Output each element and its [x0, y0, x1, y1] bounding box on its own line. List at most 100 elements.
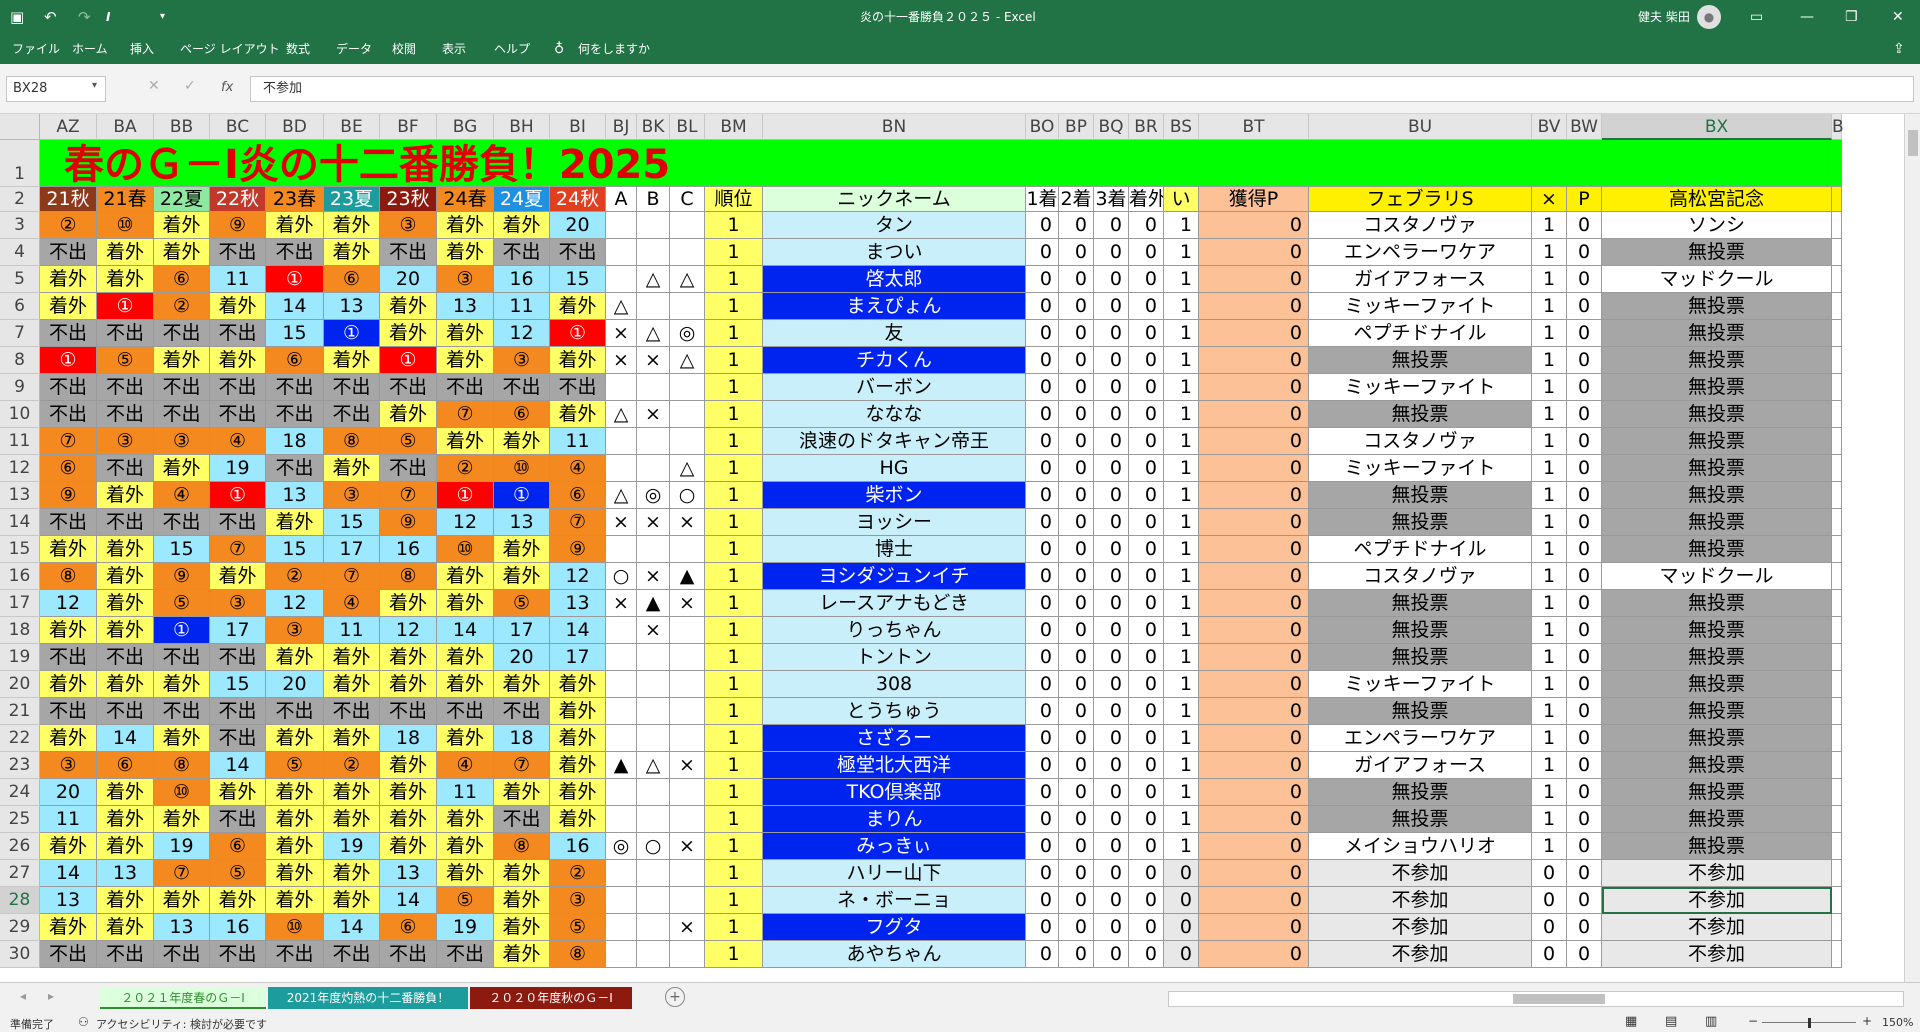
- data-cell[interactable]: 着外: [494, 428, 550, 455]
- data-cell[interactable]: [670, 698, 705, 725]
- data-cell[interactable]: 不出: [97, 941, 154, 968]
- data-cell[interactable]: 0: [1199, 779, 1309, 806]
- data-cell[interactable]: ②: [266, 563, 324, 590]
- data-cell[interactable]: 1: [1532, 293, 1567, 320]
- enter-icon[interactable]: ✓: [184, 78, 196, 94]
- data-cell[interactable]: 着外: [494, 860, 550, 887]
- data-cell[interactable]: 1: [705, 590, 763, 617]
- data-cell[interactable]: [670, 644, 705, 671]
- data-cell[interactable]: 不出: [154, 698, 210, 725]
- data-cell[interactable]: 0: [1129, 374, 1164, 401]
- data-cell[interactable]: 不出: [40, 941, 97, 968]
- data-cell[interactable]: [637, 698, 670, 725]
- data-cell[interactable]: 0: [1129, 860, 1164, 887]
- data-cell[interactable]: ⑤: [380, 428, 437, 455]
- data-cell[interactable]: △: [606, 401, 637, 428]
- data-cell[interactable]: 0: [1059, 833, 1094, 860]
- data-cell[interactable]: まつい: [763, 239, 1026, 266]
- data-cell[interactable]: 308: [763, 671, 1026, 698]
- data-cell[interactable]: 1: [1164, 347, 1199, 374]
- data-cell[interactable]: 不出: [494, 374, 550, 401]
- name-box[interactable]: BX28: [6, 76, 106, 102]
- data-cell[interactable]: ×: [637, 509, 670, 536]
- data-cell[interactable]: 0: [1567, 698, 1602, 725]
- data-cell[interactable]: 13: [494, 509, 550, 536]
- data-cell[interactable]: [606, 941, 637, 968]
- data-cell[interactable]: 1: [705, 509, 763, 536]
- header-cell[interactable]: ニックネーム: [763, 187, 1026, 212]
- data-cell[interactable]: 不出: [437, 941, 494, 968]
- data-cell[interactable]: 着外: [494, 779, 550, 806]
- data-cell[interactable]: ペプチドナイル: [1309, 320, 1532, 347]
- data-cell[interactable]: 0: [1567, 833, 1602, 860]
- data-cell[interactable]: 無投票: [1602, 536, 1832, 563]
- data-cell[interactable]: 不参加: [1602, 887, 1832, 914]
- data-cell[interactable]: 無投票: [1602, 779, 1832, 806]
- data-cell[interactable]: 0: [1026, 617, 1059, 644]
- data-cell[interactable]: ③: [494, 347, 550, 374]
- data-cell[interactable]: 0: [1026, 644, 1059, 671]
- column-header[interactable]: BB: [154, 114, 210, 140]
- data-cell[interactable]: 着外: [494, 887, 550, 914]
- data-cell[interactable]: ④: [437, 752, 494, 779]
- data-cell[interactable]: 0: [1567, 239, 1602, 266]
- data-cell[interactable]: ⑦: [380, 482, 437, 509]
- data-cell[interactable]: 着外: [380, 590, 437, 617]
- data-cell[interactable]: 0: [1129, 941, 1164, 968]
- data-cell[interactable]: 不出: [210, 509, 266, 536]
- data-cell[interactable]: 0: [1059, 374, 1094, 401]
- data-cell[interactable]: ガイアフォース: [1309, 752, 1532, 779]
- data-cell[interactable]: [606, 536, 637, 563]
- data-cell[interactable]: ⑨: [154, 563, 210, 590]
- data-cell[interactable]: 0: [1094, 941, 1129, 968]
- column-header[interactable]: BQ: [1094, 114, 1129, 140]
- data-cell[interactable]: 不出: [380, 374, 437, 401]
- data-cell[interactable]: 着外: [380, 671, 437, 698]
- row-header[interactable]: 29: [0, 914, 40, 941]
- data-cell[interactable]: 0: [1059, 860, 1094, 887]
- data-cell[interactable]: 0: [1059, 671, 1094, 698]
- row-edge[interactable]: [1832, 887, 1842, 914]
- data-cell[interactable]: 14: [40, 860, 97, 887]
- data-cell[interactable]: ②: [550, 860, 606, 887]
- data-cell[interactable]: 不参加: [1309, 941, 1532, 968]
- page-layout-view-icon[interactable]: ▤: [1665, 1014, 1677, 1029]
- column-header[interactable]: BI: [550, 114, 606, 140]
- data-cell[interactable]: 着外: [324, 212, 380, 239]
- column-header[interactable]: BG: [437, 114, 494, 140]
- data-cell[interactable]: 0: [1059, 212, 1094, 239]
- menu-insert[interactable]: 挿入: [130, 34, 154, 64]
- data-cell[interactable]: 1: [705, 401, 763, 428]
- data-cell[interactable]: 0: [1199, 266, 1309, 293]
- data-cell[interactable]: ③: [550, 887, 606, 914]
- data-cell[interactable]: [606, 887, 637, 914]
- data-cell[interactable]: 不出: [210, 698, 266, 725]
- data-cell[interactable]: 不出: [210, 806, 266, 833]
- data-cell[interactable]: 13: [154, 914, 210, 941]
- data-cell[interactable]: 0: [1567, 941, 1602, 968]
- data-cell[interactable]: 0: [1199, 428, 1309, 455]
- data-cell[interactable]: 1: [1164, 428, 1199, 455]
- data-cell[interactable]: 19: [154, 833, 210, 860]
- column-header[interactable]: BM: [705, 114, 763, 140]
- data-cell[interactable]: 不出: [40, 374, 97, 401]
- data-cell[interactable]: 13: [40, 887, 97, 914]
- data-cell[interactable]: 不出: [550, 374, 606, 401]
- data-cell[interactable]: 着外: [40, 293, 97, 320]
- data-cell[interactable]: チカくん: [763, 347, 1026, 374]
- data-cell[interactable]: ⑤: [494, 590, 550, 617]
- data-cell[interactable]: 不出: [97, 320, 154, 347]
- column-header[interactable]: BT: [1199, 114, 1309, 140]
- column-header[interactable]: BN: [763, 114, 1026, 140]
- qat-touch-button[interactable]: I: [106, 0, 110, 34]
- data-cell[interactable]: 不出: [550, 239, 606, 266]
- data-cell[interactable]: 着外: [550, 671, 606, 698]
- data-cell[interactable]: ①: [40, 347, 97, 374]
- header-cell[interactable]: A: [606, 187, 637, 212]
- data-cell[interactable]: 着外: [550, 347, 606, 374]
- data-cell[interactable]: 0: [1567, 617, 1602, 644]
- row-edge[interactable]: [1832, 536, 1842, 563]
- data-cell[interactable]: 着外: [380, 752, 437, 779]
- data-cell[interactable]: 着外: [97, 914, 154, 941]
- data-cell[interactable]: 0: [1026, 914, 1059, 941]
